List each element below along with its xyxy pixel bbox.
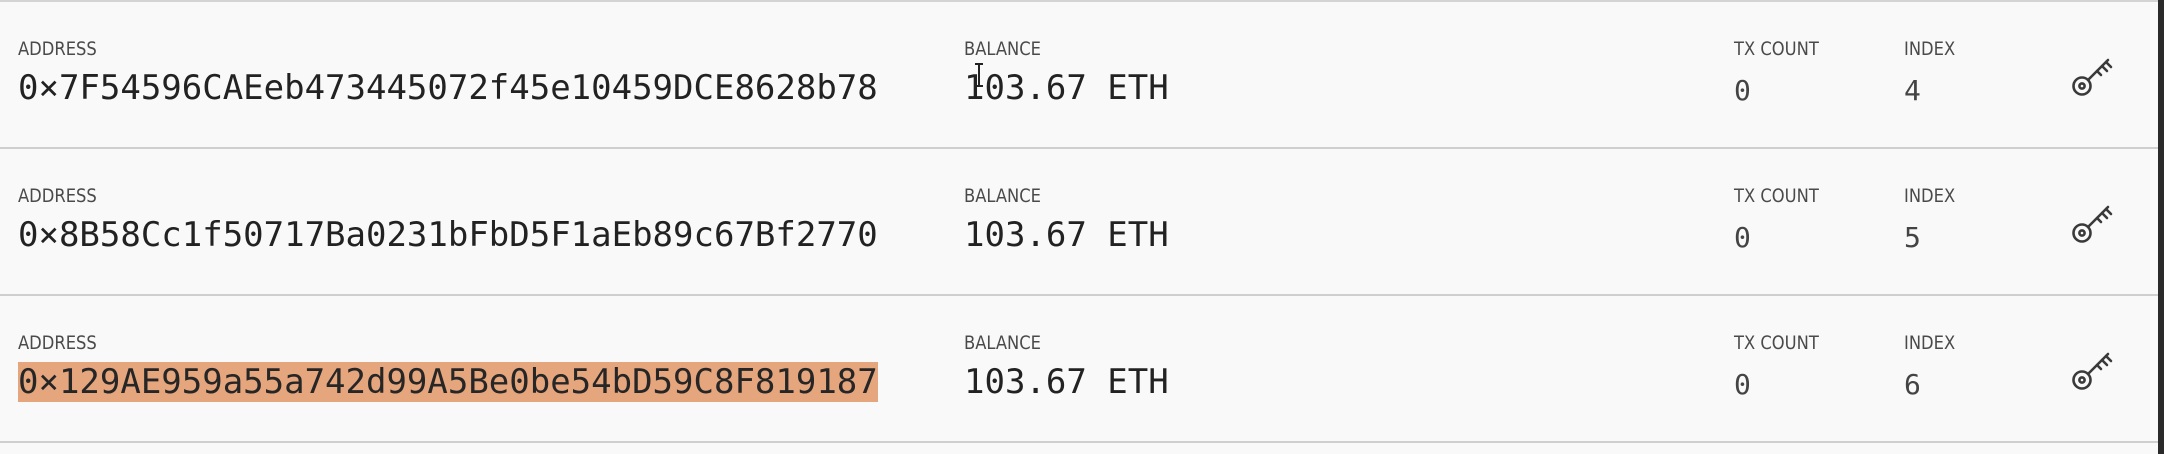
index-value: 4 [1904,74,1921,107]
index-value: 5 [1904,221,1921,254]
show-private-key-button[interactable] [2068,344,2118,394]
index-label: INDEX [1904,185,1956,207]
address-value[interactable]: 0×8B58Cc1f50717Ba0231bFbD5F1aEb89c67Bf27… [18,215,878,255]
account-row: ADDRESS 0×129AE959a55a742d99A5Be0be54bD5… [0,296,2158,443]
address-value-selected[interactable]: 0×129AE959a55a742d99A5Be0be54bD59C8F8191… [18,362,878,402]
address-value-wrapper: 0×129AE959a55a742d99A5Be0be54bD59C8F8191… [18,362,878,402]
key-icon [2072,205,2113,243]
balance-value: 103.67 ETH [964,362,1169,402]
balance-label: BALANCE [964,185,1042,207]
balance-column: BALANCE 103.67 ETH [964,332,1169,402]
address-column: ADDRESS 0×8B58Cc1f50717Ba0231bFbD5F1aEb8… [18,185,878,255]
key-icon [2072,58,2113,96]
address-column: ADDRESS 0×7F54596CAEeb473445072f45e10459… [18,38,878,108]
balance-value: 103.67 ETH [964,215,1169,255]
show-private-key-button[interactable] [2068,197,2118,247]
account-row: ADDRESS 0×7F54596CAEeb473445072f45e10459… [0,2,2158,149]
account-row: ADDRESS 0×8B58Cc1f50717Ba0231bFbD5F1aEb8… [0,149,2158,296]
index-label: INDEX [1904,38,1956,60]
address-column: ADDRESS 0×129AE959a55a742d99A5Be0be54bD5… [18,332,878,402]
balance-label: BALANCE [964,38,1042,60]
tx-count-column: TX COUNT 0 [1734,38,1833,111]
key-icon [2072,352,2113,390]
index-column: INDEX 6 [1904,332,1963,405]
tx-count-column: TX COUNT 0 [1734,332,1833,405]
balance-label: BALANCE [964,332,1042,354]
tx-count-value: 0 [1734,368,1751,401]
address-label: ADDRESS [18,332,97,354]
address-label: ADDRESS [18,185,97,207]
accounts-list: ADDRESS 0×7F54596CAEeb473445072f45e10459… [0,0,2158,454]
index-value: 6 [1904,368,1921,401]
index-column: INDEX 4 [1904,38,1963,111]
tx-count-label: TX COUNT [1734,185,1819,207]
address-label: ADDRESS [18,38,97,60]
index-column: INDEX 5 [1904,185,1963,258]
show-private-key-button[interactable] [2068,50,2118,100]
tx-count-label: TX COUNT [1734,38,1819,60]
text-cursor-icon [975,63,983,87]
tx-count-value: 0 [1734,221,1751,254]
tx-count-label: TX COUNT [1734,332,1819,354]
tx-count-column: TX COUNT 0 [1734,185,1833,258]
tx-count-value: 0 [1734,74,1751,107]
balance-column: BALANCE 103.67 ETH [964,38,1169,108]
balance-value: 103.67 ETH [964,68,1169,108]
window-edge [2158,0,2164,454]
address-value[interactable]: 0×7F54596CAEeb473445072f45e10459DCE8628b… [18,68,878,108]
index-label: INDEX [1904,332,1956,354]
balance-column: BALANCE 103.67 ETH [964,185,1169,255]
